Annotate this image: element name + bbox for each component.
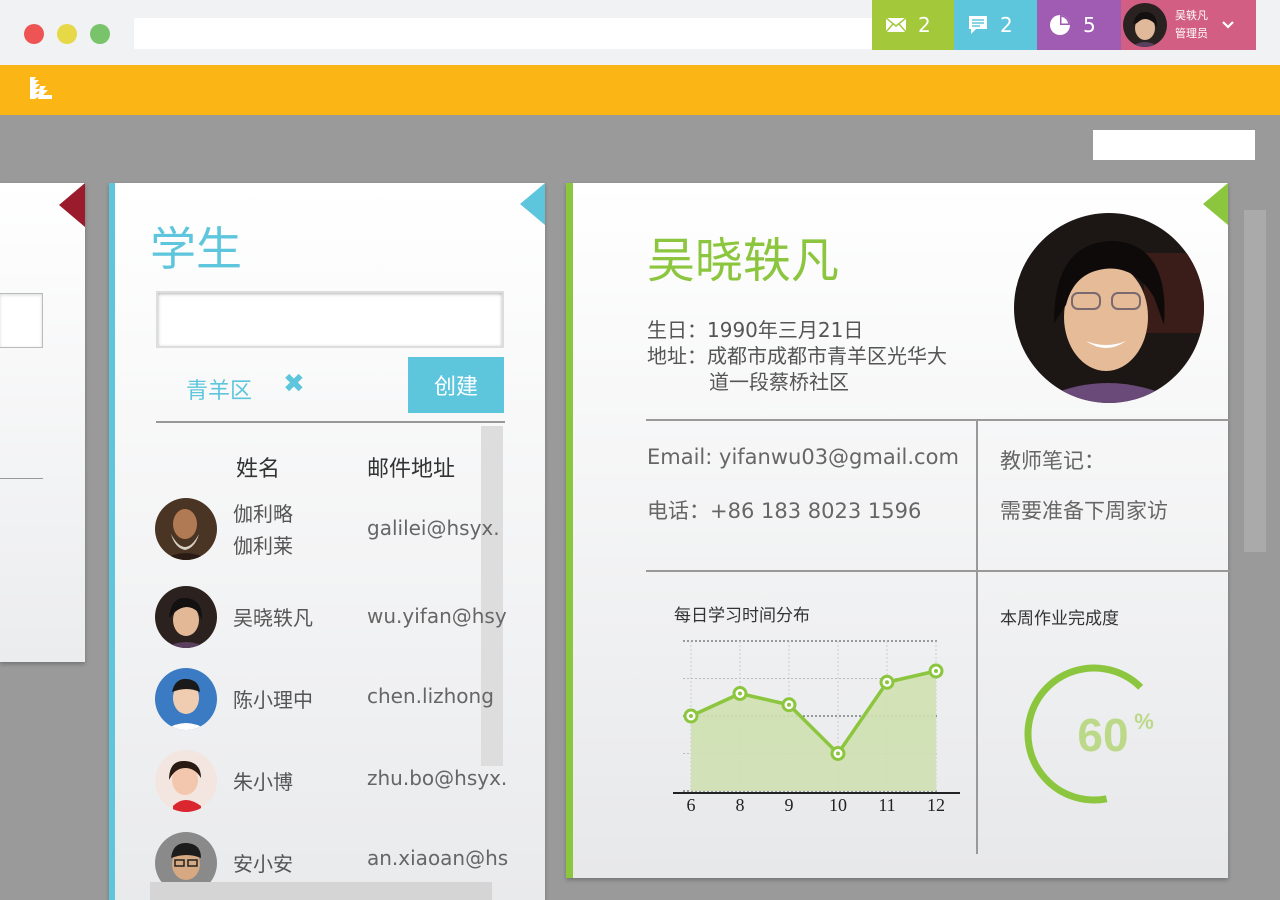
birthday-label: 生日： [647,318,707,342]
notes-label: 教师笔记： [1000,449,1105,473]
global-search-input[interactable] [1093,130,1255,160]
horizontal-scrollbar[interactable] [150,882,492,900]
pie-chart-icon [1050,15,1070,35]
student-name: 伽利略 [233,502,293,526]
student-email: an.xiaoan@hs [367,846,509,870]
avatar [155,750,217,812]
chat-count: 2 [1000,13,1013,37]
student-search-input[interactable] [156,291,504,348]
column-header-name: 姓名 [236,457,281,482]
filter-tag[interactable]: 青羊区 [186,373,252,405]
mail-button[interactable]: 2 [872,0,954,50]
study-time-chart: 6 8 9 10 11 12 [673,640,960,815]
email-text: Email: yifanwu03@gmail.com [647,445,959,469]
student-name: 陈小理中 [233,688,313,712]
chat-icon [969,16,987,34]
window-minimize-dot[interactable] [57,24,77,44]
avatar [155,586,217,648]
gauge-value: 60 [1077,709,1128,761]
panel-title: 学生 [150,222,242,276]
create-button[interactable]: 创建 [408,357,504,413]
completion-gauge: 60 % [1024,664,1154,804]
student-email: zhu.bo@hsyx. [367,766,508,790]
header-divider [156,421,505,423]
section-divider [646,419,1235,421]
email-value[interactable]: yifanwu03@gmail.com [719,445,959,469]
avatar [155,498,217,560]
student-name: 朱小博 [233,770,293,794]
x-tick-label: 11 [878,795,895,815]
logo-icon[interactable] [26,75,56,105]
column-header-email: 邮件地址 [367,457,456,482]
student-email: wu.yifan@hsy [367,604,507,628]
completion-title: 本周作业完成度 [1000,609,1119,629]
stats-button[interactable]: 5 [1037,0,1121,50]
avatar [155,668,217,730]
x-tick-label: 8 [736,795,745,815]
previous-panel-input[interactable] [0,293,43,348]
phone-text: 电话：+86 183 8023 1596 [647,495,921,525]
previous-panel [0,183,85,662]
profile-name: 吴晓轶凡 [647,233,840,289]
address-label: 地址： [647,344,707,368]
x-tick-label: 12 [927,795,945,815]
profile-info: 生日：1990年三月21日 地址：成都市成都市青羊区光华大 道一段蔡桥社区 [647,317,947,395]
data-point-center [738,691,742,696]
previous-panel-divider [0,478,43,479]
x-tick-label: 10 [829,795,847,815]
student-profile-panel: 吴晓轶凡 生日：1990年三月21日 地址：成都市成都市青羊区光华大 道一段蔡桥… [566,183,1235,878]
mail-count: 2 [918,13,931,37]
data-point-center [934,669,938,673]
birthday-value: 1990年三月21日 [707,318,864,342]
student-row[interactable]: 朱小博 zhu.bo@hsyx. [155,750,515,814]
gauge-unit: % [1134,709,1154,734]
app-header [0,65,1280,115]
user-avatar [1123,3,1167,47]
profile-photo [1014,213,1204,403]
student-email: chen.lizhong [367,684,494,708]
window-maximize-dot[interactable] [90,24,110,44]
user-name: 吴轶凡 [1175,9,1208,22]
address-value: 成都市成都市青羊区光华大 [707,344,947,368]
close-icon[interactable]: ✖ [283,369,305,399]
column-divider [976,572,978,854]
user-role: 管理员 [1175,27,1208,40]
student-name-line2: 伽利莱 [233,534,293,558]
chat-button[interactable]: 2 [954,0,1037,50]
window-close-dot[interactable] [24,24,44,44]
panel-corner-tab[interactable] [520,183,545,225]
x-tick-label: 9 [785,795,794,815]
data-point-center [885,680,889,685]
address-value-line2: 道一段蔡桥社区 [709,370,849,394]
student-row[interactable]: 陈小理中 chen.lizhong [155,668,515,732]
mail-icon [886,18,906,32]
student-name: 安小安 [233,852,293,876]
data-point-center [787,702,791,707]
chevron-down-icon[interactable] [1222,21,1234,29]
student-name: 吴晓轶凡 [233,606,313,630]
user-menu[interactable]: 吴轶凡 管理员 [1121,0,1256,50]
student-row[interactable]: 吴晓轶凡 wu.yifan@hsy [155,586,515,650]
email-label: Email: [647,445,720,469]
column-divider [976,421,978,571]
notes-text: 需要准备下周家访 [1000,499,1168,523]
students-panel: 学生 青羊区 ✖ 创建 姓名 邮件地址 伽利略 伽利莱 galilei@hsyx… [109,183,545,900]
data-point-center [836,751,840,756]
student-row[interactable]: 伽利略 伽利莱 galilei@hsyx. [155,498,515,562]
stats-count: 5 [1083,13,1096,37]
page-scrollbar[interactable] [1244,210,1266,552]
phone-value[interactable]: +86 183 8023 1596 [710,499,921,523]
student-email: galilei@hsyx. [367,516,500,540]
section-divider [646,570,1235,572]
study-chart-title: 每日学习时间分布 [674,606,810,626]
data-point-center [689,714,693,718]
phone-label: 电话： [647,499,710,523]
panel-corner-tab[interactable] [59,183,85,227]
header-edge [1256,65,1280,115]
panel-corner-tab[interactable] [1203,183,1228,225]
x-tick-label: 6 [687,795,696,815]
